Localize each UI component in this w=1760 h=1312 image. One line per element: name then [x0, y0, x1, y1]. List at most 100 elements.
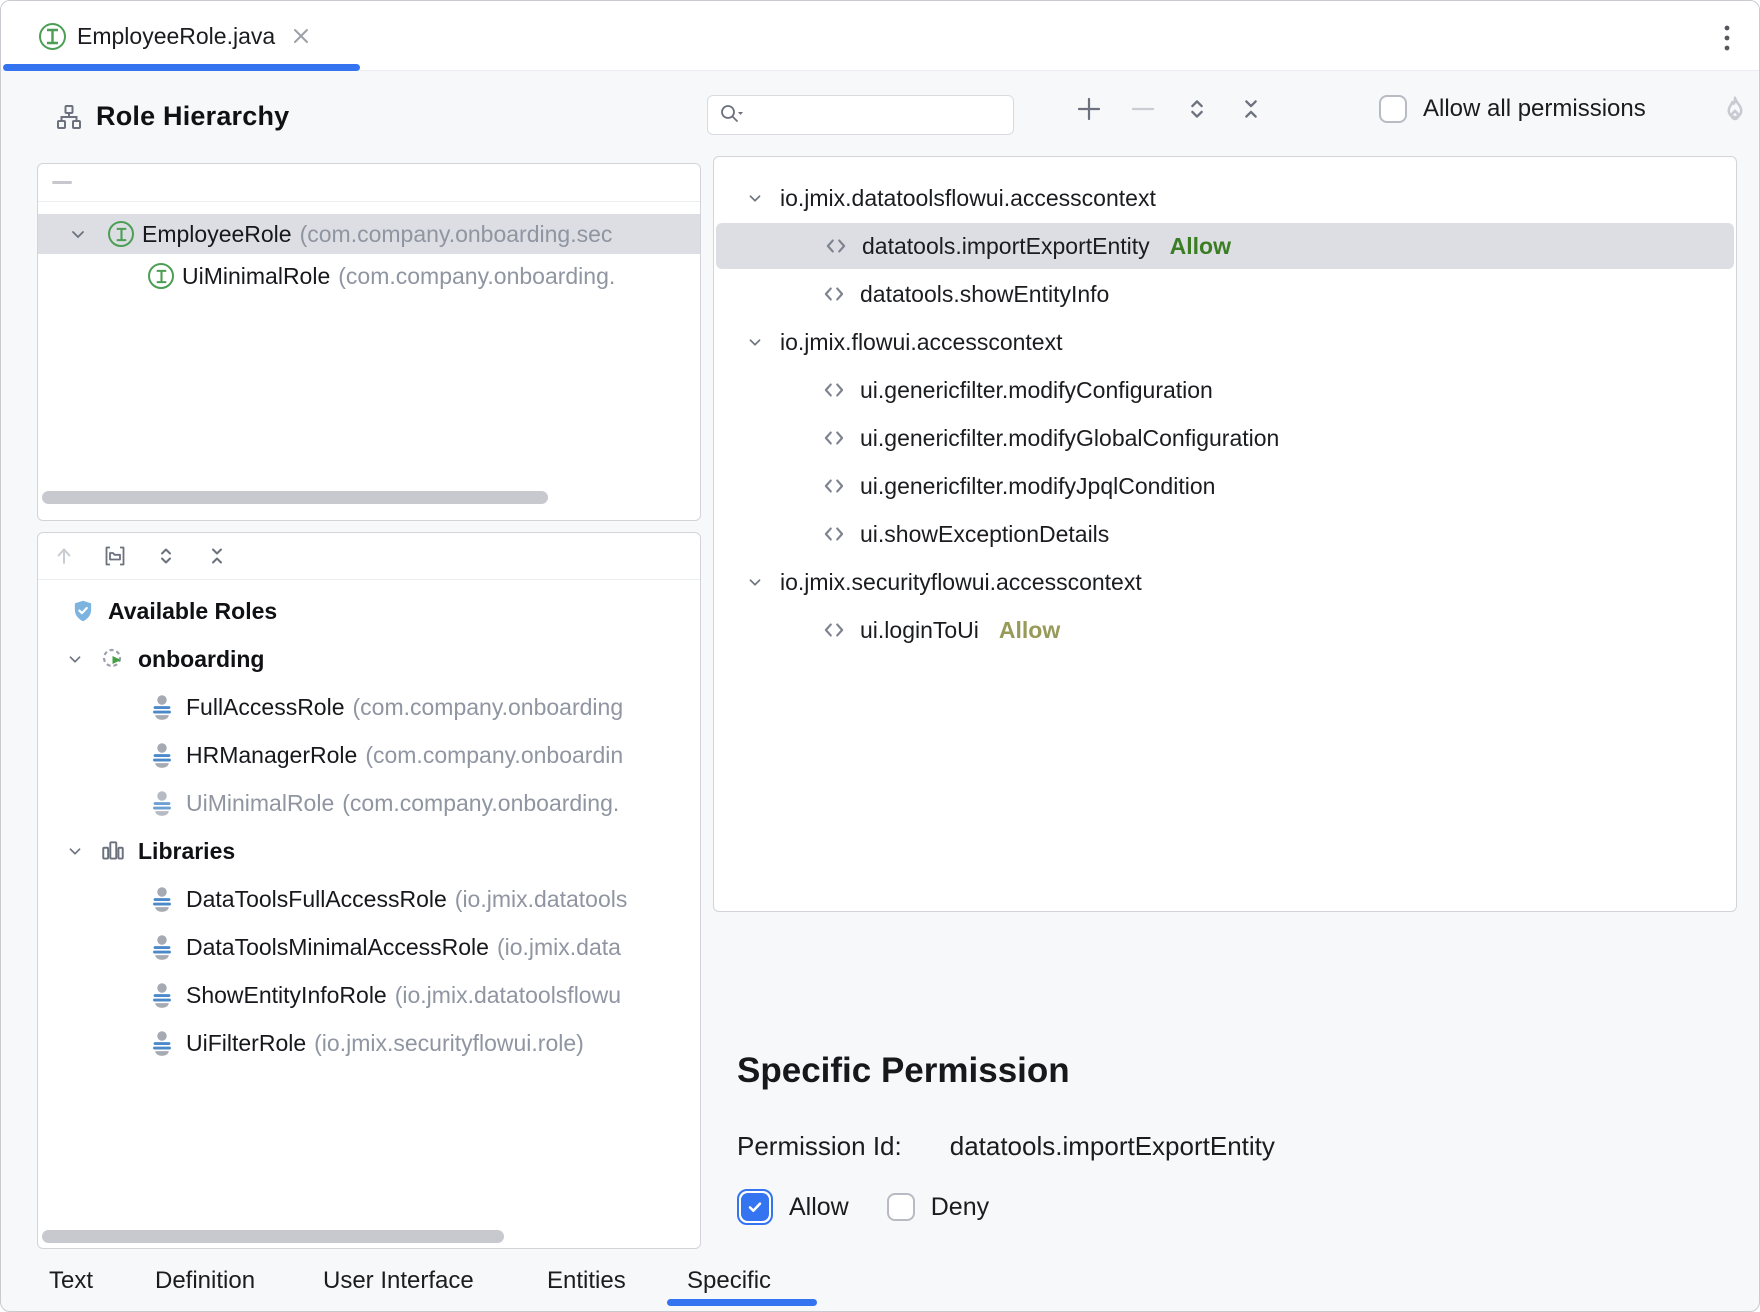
project-icon [100, 646, 126, 672]
role-icon [148, 693, 176, 721]
code-icon [820, 281, 848, 307]
active-bottom-tab-indicator [667, 1299, 817, 1306]
allow-all-permissions-control: Allow all permissions [1379, 95, 1646, 123]
role-icon [148, 933, 176, 961]
role-row-showentityinfo[interactable]: ShowEntityInfoRole (io.jmix.datatoolsflo… [38, 973, 700, 1017]
role-name: EmployeeRole [142, 221, 292, 248]
horizontal-scrollbar[interactable] [42, 491, 548, 504]
tab-definition[interactable]: Definition [155, 1267, 255, 1295]
permission-id-row: Permission Id: datatools.importExportEnt… [737, 1131, 1275, 1162]
collapse-all-icon[interactable] [1235, 93, 1267, 125]
permission-row-modifyglobalconfiguration[interactable]: ui.genericfilter.modifyGlobalConfigurati… [714, 416, 1736, 460]
deny-checkbox[interactable] [887, 1193, 915, 1221]
chevron-down-icon[interactable] [64, 648, 86, 670]
more-options-icon[interactable] [1713, 24, 1741, 52]
permission-label: datatools.showEntityInfo [860, 281, 1109, 308]
group-row-onboarding[interactable]: onboarding [38, 637, 700, 681]
app-window: EmployeeRole.java Role Hierarchy [0, 0, 1760, 1312]
permission-tree-panel: io.jmix.datatoolsflowui.accesscontext da… [713, 156, 1737, 912]
allow-badge: Allow [1170, 233, 1231, 260]
code-icon [820, 473, 848, 499]
role-row-fullaccess[interactable]: FullAccessRole (com.company.onboarding [38, 685, 700, 729]
role-row-uifilter[interactable]: UiFilterRole (io.jmix.securityflowui.rol… [38, 1021, 700, 1065]
role-icon [148, 981, 176, 1009]
role-icon [148, 741, 176, 769]
group-row-libraries[interactable]: Libraries [38, 829, 700, 873]
libraries-icon [100, 838, 126, 864]
interface-icon [39, 23, 66, 50]
chevron-down-icon[interactable] [66, 222, 90, 246]
editor-tab[interactable]: EmployeeRole.java [1, 1, 311, 71]
available-roles-panel: Available Roles onboarding FullAccessRol… [37, 532, 701, 1249]
interface-icon [148, 263, 174, 289]
available-roles-root-row[interactable]: Available Roles [38, 589, 700, 633]
permission-label: ui.genericfilter.modifyJpqlCondition [860, 473, 1215, 500]
add-icon[interactable] [1073, 93, 1105, 125]
permission-row-modifyjpqlcondition[interactable]: ui.genericfilter.modifyJpqlCondition [714, 464, 1736, 508]
chevron-down-icon[interactable] [744, 187, 766, 209]
permission-group-row[interactable]: io.jmix.datatoolsflowui.accesscontext [714, 176, 1736, 220]
tab-text[interactable]: Text [49, 1267, 93, 1295]
permission-search-field[interactable] [707, 95, 1014, 135]
role-name: DataToolsMinimalAccessRole [186, 934, 489, 961]
permission-row-showentityinfo[interactable]: datatools.showEntityInfo [714, 272, 1736, 316]
role-name: DataToolsFullAccessRole [186, 886, 447, 913]
deny-checkbox-label: Deny [931, 1193, 989, 1222]
chevron-down-icon[interactable] [744, 331, 766, 353]
expand-all-icon[interactable] [1181, 93, 1213, 125]
horizontal-scrollbar[interactable] [42, 1230, 504, 1243]
tab-user-interface[interactable]: User Interface [323, 1267, 474, 1295]
code-icon [820, 617, 848, 643]
tab-entities[interactable]: Entities [547, 1267, 626, 1295]
permission-group-row[interactable]: io.jmix.securityflowui.accesscontext [714, 560, 1736, 604]
permission-row-logintoui[interactable]: ui.loginToUi Allow [714, 608, 1736, 652]
group-by-folder-icon[interactable] [103, 544, 127, 568]
tree-row-uiminimal-role[interactable]: UiMinimalRole (com.company.onboarding. [38, 256, 700, 296]
role-package: (com.company.onboarding. [342, 790, 619, 817]
permission-row-importexport[interactable]: datatools.importExportEntity Allow [716, 223, 1734, 269]
role-hierarchy-title: Role Hierarchy [96, 101, 289, 132]
chevron-down-icon[interactable] [744, 571, 766, 593]
hierarchy-tree-panel: EmployeeRole (com.company.onboarding.sec… [37, 163, 701, 521]
role-row-datatools-full[interactable]: DataToolsFullAccessRole (io.jmix.datatoo… [38, 877, 700, 921]
role-name: FullAccessRole [186, 694, 345, 721]
permission-label: ui.showExceptionDetails [860, 521, 1109, 548]
code-icon [820, 377, 848, 403]
editor-tab-bar: EmployeeRole.java [1, 1, 1759, 71]
allow-all-checkbox[interactable] [1379, 95, 1407, 123]
permission-group-label: io.jmix.flowui.accesscontext [780, 329, 1063, 356]
code-icon [820, 521, 848, 547]
role-hierarchy-header: Role Hierarchy [55, 101, 289, 132]
collapse-all-icon[interactable] [205, 544, 229, 568]
close-icon[interactable] [291, 26, 311, 46]
permission-row-showexceptiondetails[interactable]: ui.showExceptionDetails [714, 512, 1736, 556]
remove-icon[interactable] [1127, 93, 1159, 125]
role-row-uiminimal[interactable]: UiMinimalRole (com.company.onboarding. [38, 781, 700, 825]
role-row-hrmanager[interactable]: HRManagerRole (com.company.onboardin [38, 733, 700, 777]
allow-checkbox[interactable] [737, 1189, 773, 1225]
role-package: (com.company.onboarding. [338, 263, 615, 290]
shield-check-icon [70, 598, 96, 624]
role-package: (io.jmix.datatoolsflowu [395, 982, 621, 1009]
active-tab-indicator [3, 64, 360, 71]
specific-permission-heading: Specific Permission [737, 1051, 1070, 1091]
allow-checkbox-label: Allow [789, 1193, 849, 1222]
permission-tree-toolbar [1073, 93, 1267, 125]
hot-swap-flame-icon [1719, 93, 1751, 125]
allow-badge: Allow [999, 617, 1060, 644]
expand-all-icon[interactable] [154, 544, 178, 568]
tab-specific[interactable]: Specific [687, 1267, 771, 1295]
group-label: onboarding [138, 646, 264, 673]
move-up-icon[interactable] [52, 544, 76, 568]
permission-group-row[interactable]: io.jmix.flowui.accesscontext [714, 320, 1736, 364]
tree-row-employee-role[interactable]: EmployeeRole (com.company.onboarding.sec [38, 214, 700, 254]
role-name: UiMinimalRole [182, 263, 330, 290]
chevron-down-icon[interactable] [64, 840, 86, 862]
role-name: HRManagerRole [186, 742, 357, 769]
permission-group-label: io.jmix.securityflowui.accesscontext [780, 569, 1142, 596]
role-package: (io.jmix.datatools [455, 886, 628, 913]
role-package: (com.company.onboarding.sec [300, 221, 613, 248]
role-row-datatools-minimal[interactable]: DataToolsMinimalAccessRole (io.jmix.data [38, 925, 700, 969]
role-name: UiFilterRole [186, 1030, 306, 1057]
permission-row-modifyconfiguration[interactable]: ui.genericfilter.modifyConfiguration [714, 368, 1736, 412]
